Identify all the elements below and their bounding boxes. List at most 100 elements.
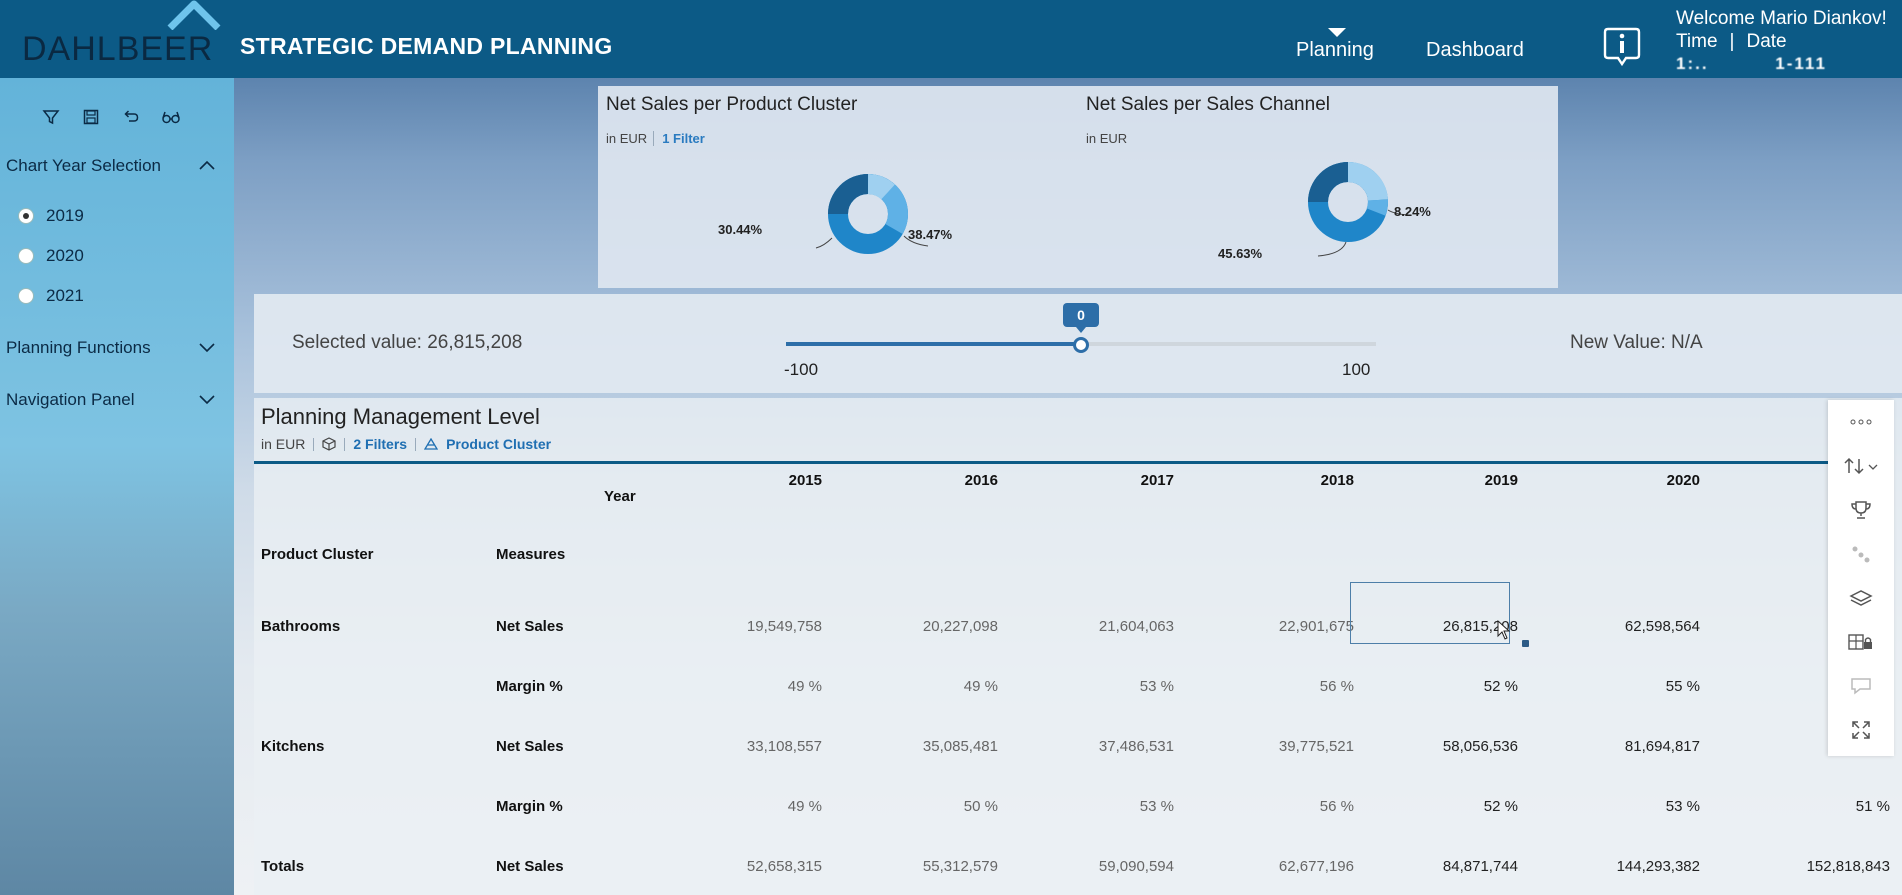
column-header-year[interactable]: 2017	[1094, 472, 1174, 489]
glasses-icon[interactable]	[160, 106, 182, 128]
filter-link[interactable]: 1 Filter	[653, 131, 705, 146]
radio-label: 2019	[46, 206, 84, 225]
date-label: Date	[1746, 31, 1787, 52]
table-cell[interactable]: 19,549,758	[682, 618, 822, 635]
table-cell[interactable]: 50 %	[858, 798, 998, 815]
fullscreen-icon[interactable]	[1828, 710, 1894, 750]
table-cell[interactable]: 21,604,063	[1034, 618, 1174, 635]
table-cell[interactable]: 52 %	[1378, 798, 1518, 815]
trophy-icon[interactable]	[1828, 490, 1894, 530]
table-subtitle: in EUR 2 Filters Product Cluster	[261, 436, 551, 452]
drill-dimension-link[interactable]: Product Cluster	[446, 436, 551, 452]
table-cell[interactable]: 144,293,382	[1560, 858, 1700, 875]
table-cell[interactable]: 37,486,531	[1034, 738, 1174, 755]
row-header-measure: Net Sales	[496, 858, 564, 875]
filter-icon[interactable]	[40, 106, 62, 128]
row-header-cluster: Bathrooms	[261, 618, 341, 635]
section-navigation-panel[interactable]: Navigation Panel	[6, 390, 216, 410]
nav-dashboard[interactable]: Dashboard	[1426, 39, 1524, 62]
time-date-labels: Time | Date	[1676, 31, 1787, 52]
table-cell[interactable]: 22,901,675	[1214, 618, 1354, 635]
sort-icon[interactable]	[1828, 446, 1894, 486]
radio-label: 2020	[46, 246, 84, 265]
table-header-rule	[254, 461, 1836, 464]
radio-button[interactable]	[18, 248, 34, 264]
table-cell[interactable]: 33,108,557	[682, 738, 822, 755]
slider-track[interactable]: 0	[786, 303, 1376, 353]
column-header-year[interactable]: 2020	[1620, 472, 1700, 489]
mountain-peak-icon	[167, 0, 221, 30]
table-cell[interactable]: 56 %	[1214, 798, 1354, 815]
column-header-year[interactable]: 2019	[1438, 472, 1518, 489]
table-cell[interactable]: 152,818,843	[1750, 858, 1890, 875]
fill-handle[interactable]	[1522, 640, 1529, 647]
table-cell[interactable]: 59,090,594	[1034, 858, 1174, 875]
table-cell[interactable]: 53 %	[1034, 678, 1174, 695]
layers-icon[interactable]	[1828, 578, 1894, 618]
row-header-cluster: Totals	[261, 858, 305, 875]
app-header: DAHLBEER STRATEGIC DEMAND PLANNING Plann…	[0, 0, 1902, 78]
table-cell[interactable]: 49 %	[682, 798, 822, 815]
column-header-year[interactable]: 2016	[918, 472, 998, 489]
data-label: 45.63%	[1218, 246, 1263, 261]
table-cell[interactable]: 20,227,098	[858, 618, 998, 635]
slider-min-label: -100	[784, 360, 819, 379]
undo-icon[interactable]	[120, 106, 142, 128]
section-label: Chart Year Selection	[6, 156, 161, 175]
table-cell[interactable]: 55 %	[1560, 678, 1700, 695]
chevron-down-icon	[199, 395, 215, 405]
table-cell[interactable]: 49 %	[858, 678, 998, 695]
chart-subtitle-sales-channel: in EUR	[1086, 131, 1127, 146]
lock-icon[interactable]	[1828, 622, 1894, 662]
filters-link[interactable]: 2 Filters	[353, 436, 407, 452]
table-cell[interactable]: 53 %	[1560, 798, 1700, 815]
column-header-year[interactable]: 2018	[1274, 472, 1354, 489]
link-icon[interactable]	[1828, 534, 1894, 574]
year-option-2020[interactable]: 2020	[18, 246, 84, 266]
radio-button[interactable]	[18, 208, 34, 224]
radio-label: 2021	[46, 286, 84, 305]
row-header-measure: Net Sales	[496, 738, 564, 755]
table-cell[interactable]: 55,312,579	[858, 858, 998, 875]
planning-table-panel: Planning Management Level in EUR 2 Filte…	[254, 398, 1902, 895]
section-planning-functions[interactable]: Planning Functions	[6, 338, 216, 358]
comment-icon[interactable]	[1828, 666, 1894, 706]
table-cell[interactable]: 49 %	[682, 678, 822, 695]
table-cell[interactable]: 62,677,196	[1214, 858, 1354, 875]
new-value-text: New Value: N/A	[1570, 332, 1703, 353]
welcome-message: Welcome Mario Diankov!	[1676, 8, 1887, 29]
data-label: 30.44%	[718, 222, 763, 237]
year-option-2019[interactable]: 2019	[18, 206, 84, 226]
measures-header: Measures	[496, 546, 566, 563]
table-cell[interactable]: 56 %	[1214, 678, 1354, 695]
table-cell[interactable]: 53 %	[1034, 798, 1174, 815]
leader-line	[1317, 241, 1347, 257]
year-option-2021[interactable]: 2021	[18, 286, 84, 306]
table-cell[interactable]: 62,598,564	[1560, 618, 1700, 635]
slider-handle[interactable]	[1073, 337, 1089, 353]
column-header-year[interactable]: 2015	[742, 472, 822, 489]
section-chart-year-selection[interactable]: Chart Year Selection	[6, 156, 216, 176]
table-cell[interactable]: 51 %	[1750, 798, 1890, 815]
info-icon[interactable]	[1602, 25, 1642, 67]
table-cell[interactable]: 58,056,536	[1378, 738, 1518, 755]
table-cell[interactable]: 52 %	[1378, 678, 1518, 695]
donut-segment	[867, 174, 895, 200]
table-cell[interactable]: 84,871,744	[1378, 858, 1518, 875]
divider	[313, 437, 315, 451]
nav-planning[interactable]: Planning	[1296, 39, 1374, 62]
table-cell[interactable]: 35,085,481	[858, 738, 998, 755]
save-icon[interactable]	[80, 106, 102, 128]
more-icon[interactable]	[1828, 402, 1894, 442]
product-cluster-header: Product Cluster	[261, 546, 374, 563]
table-cell[interactable]: 52,658,315	[682, 858, 822, 875]
radio-button[interactable]	[18, 288, 34, 304]
table-cell[interactable]: 81,694,817	[1560, 738, 1700, 755]
time-label: Time	[1676, 31, 1718, 52]
table-cell[interactable]: 39,775,521	[1214, 738, 1354, 755]
cube-icon[interactable]	[322, 437, 336, 451]
donut-chart-product-cluster[interactable]	[758, 158, 978, 268]
company-logo[interactable]: DAHLBEER	[22, 0, 221, 78]
app-title: STRATEGIC DEMAND PLANNING	[240, 33, 613, 59]
sidebar-toolbar	[40, 106, 182, 128]
